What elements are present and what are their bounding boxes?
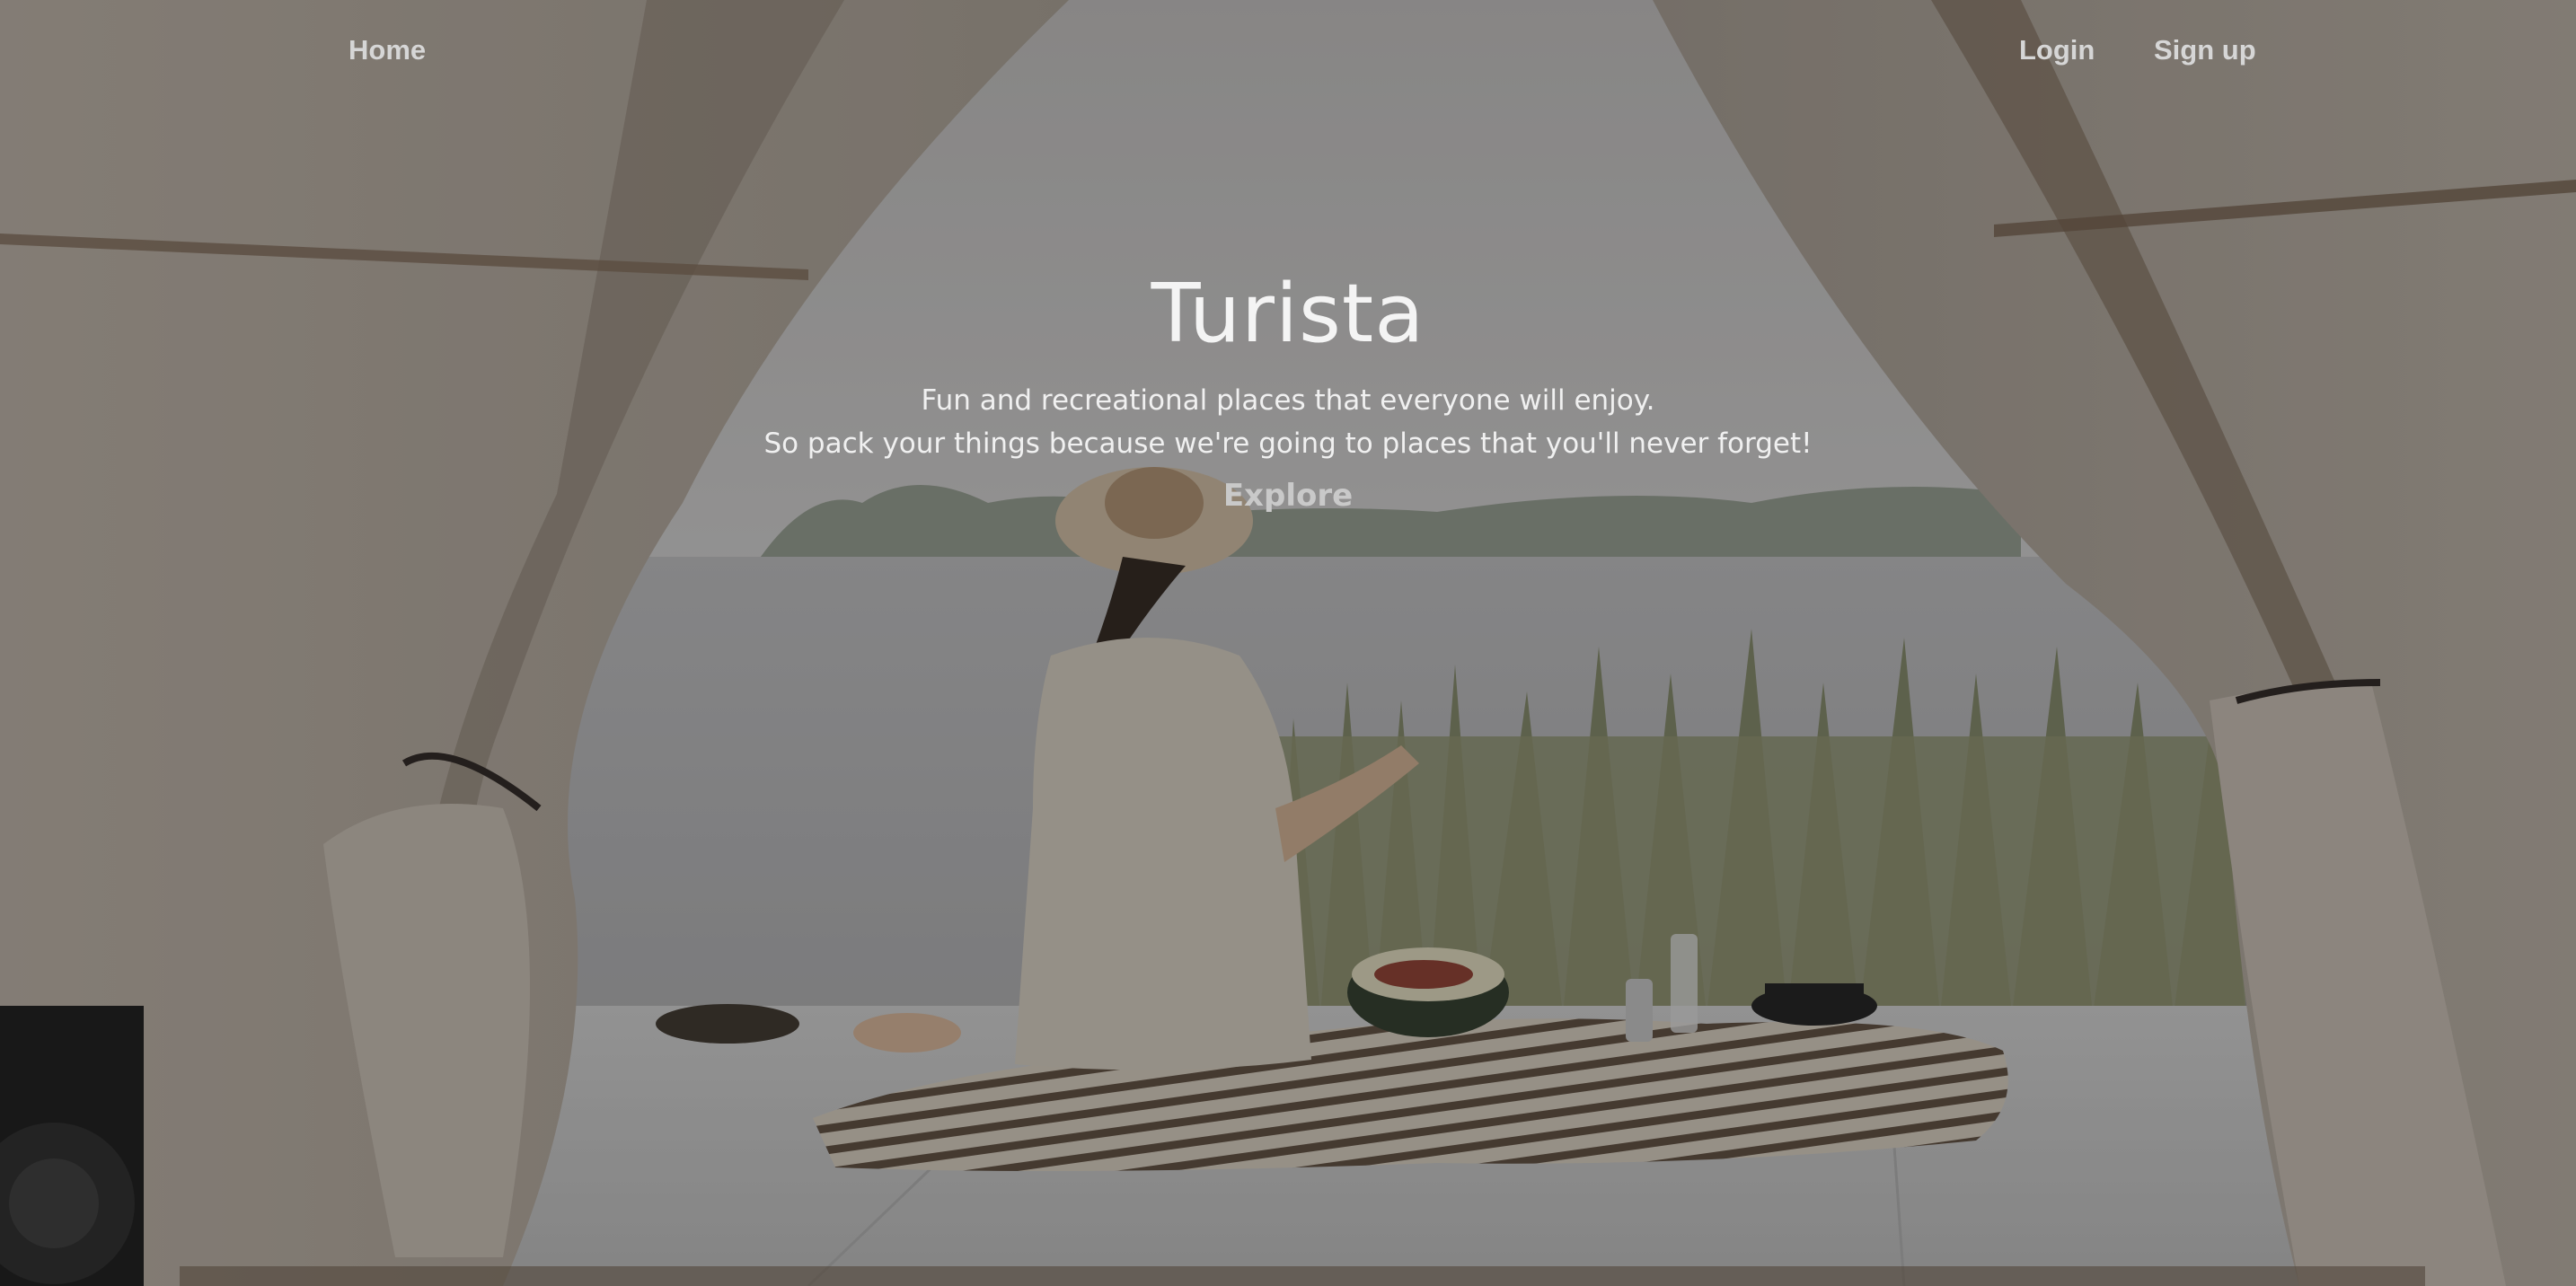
- hero-content: Turista Fun and recreational places that…: [0, 260, 2576, 514]
- nav-home-link[interactable]: Home: [348, 34, 426, 66]
- hero-subtitle-line-2: So pack your things because we're going …: [763, 427, 1813, 460]
- nav-login-link[interactable]: Login: [2019, 34, 2095, 66]
- hero-subtitle-line-1: Fun and recreational places that everyon…: [921, 384, 1655, 417]
- explore-button[interactable]: Explore: [1223, 478, 1353, 514]
- hero-section: Home Login Sign up Turista Fun and recre…: [0, 0, 2576, 1286]
- nav-signup-link[interactable]: Sign up: [2154, 34, 2256, 66]
- top-navigation: Home Login Sign up: [0, 0, 2576, 108]
- site-title: Turista: [1151, 267, 1425, 361]
- hero-dim-overlay: [0, 0, 2576, 1286]
- hero-subtitle: Fun and recreational places that everyon…: [0, 379, 2576, 465]
